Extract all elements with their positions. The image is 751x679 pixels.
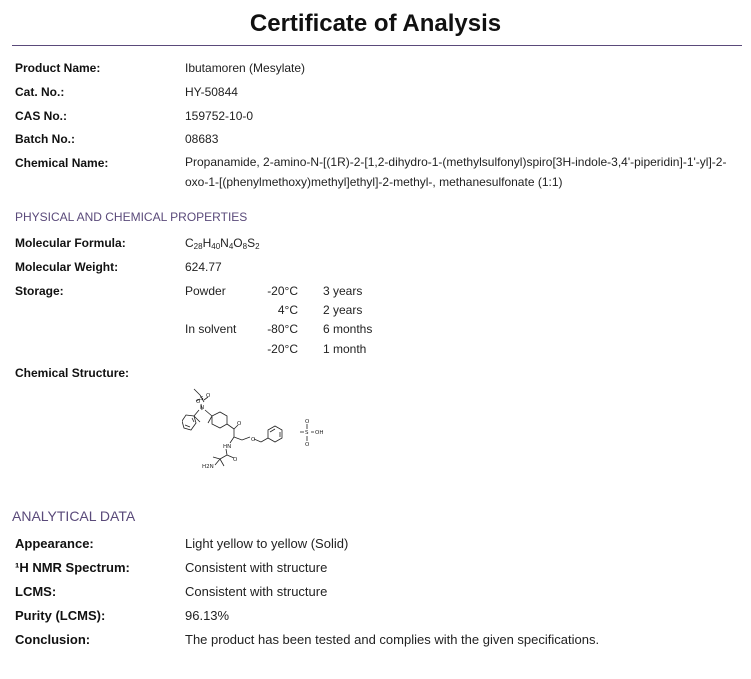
cas-no-label: CAS No.: [15, 109, 67, 123]
chemical-structure-label: Chemical Structure: [15, 366, 130, 380]
molecular-weight-label: Molecular Weight: [15, 260, 119, 274]
atom-label: O [305, 442, 310, 448]
storage-temp: -80°C [267, 322, 298, 336]
conclusion-value: The product has been tested and complies… [185, 632, 600, 647]
molecular-formula-value: C28H40N4O8S2 [185, 236, 260, 251]
storage-temp: -20°C [267, 284, 298, 298]
cat-no-value: HY-50844 [185, 85, 238, 99]
chemical-name-label: Chemical Name: [15, 156, 109, 170]
cat-no-label: Cat. No.: [15, 85, 65, 99]
storage-form: Powder [185, 284, 226, 298]
lcms-label: LCMS: [15, 584, 57, 599]
atom-label: S [200, 396, 204, 402]
storage-duration: 1 month [323, 342, 367, 356]
storage-duration: 6 months [323, 322, 373, 336]
purity-value: 96.13% [185, 608, 230, 623]
storage-temp: -20°C [267, 342, 298, 356]
nmr-value: Consistent with structure [185, 560, 328, 575]
atom-label: O [237, 421, 242, 427]
nmr-label: ¹H NMR Spectrum: [15, 560, 130, 575]
atom-label: O [305, 419, 310, 425]
atom-label: S [305, 430, 309, 436]
atom-label: O [251, 437, 256, 443]
document-title: Certificate of Analysis [249, 10, 502, 37]
batch-no-value: 08683 [185, 132, 219, 146]
appearance-label: Appearance: [15, 536, 94, 551]
storage-duration: 2 years [323, 303, 363, 317]
title-divider [12, 45, 742, 46]
physical-properties-heading: PHYSICAL AND CHEMICAL PROPERTIES [15, 210, 248, 224]
product-name-label: Product Name: [15, 61, 101, 75]
atom-label: H2N [202, 464, 214, 470]
purity-label: Purity (LCMS): [15, 608, 106, 623]
analytical-data-heading: ANALYTICAL DATA [12, 508, 136, 524]
product-name-value: Ibutamoren (Mesylate) [185, 61, 306, 75]
storage-form: In solvent [185, 322, 237, 336]
chemical-name-value: Propanamide, 2-amino-N-[(1R)-2-[1,2-dihy… [185, 155, 727, 189]
appearance-value: Light yellow to yellow (Solid) [185, 536, 349, 551]
storage-duration: 3 years [323, 284, 363, 298]
lcms-value: Consistent with structure [185, 584, 328, 599]
atom-label: HN [223, 444, 231, 450]
batch-no-label: Batch No.: [15, 132, 75, 146]
atom-label: OH [315, 430, 323, 436]
cas-no-value: 159752-10-0 [185, 109, 254, 123]
molecular-weight-value: 624.77 [185, 260, 222, 274]
molecular-formula-label: Molecular Formula: [15, 236, 126, 250]
storage-label: Storage: [15, 284, 64, 298]
storage-temp: 4°C [277, 303, 298, 317]
chemical-structure-drawing: O S O N O O HN O H2N O S OH O [182, 388, 323, 470]
atom-label: N [200, 405, 204, 411]
conclusion-label: Conclusion: [15, 632, 91, 647]
atom-label: O [206, 393, 211, 399]
atom-label: O [233, 457, 238, 463]
